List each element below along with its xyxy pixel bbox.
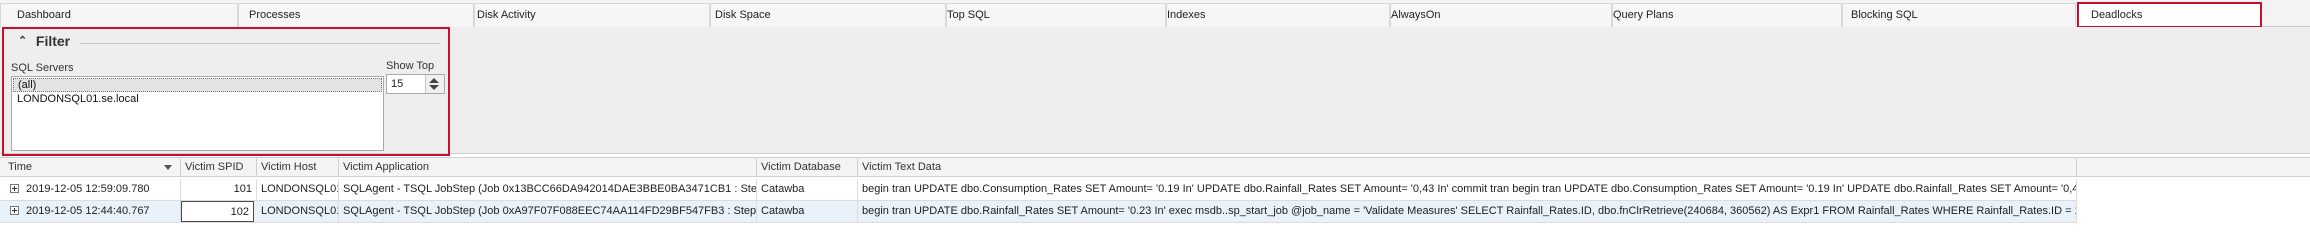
cell-victim-text-data: begin tran UPDATE dbo.Consumption_Rates … — [858, 179, 2077, 200]
column-header-victim-database[interactable]: Victim Database — [757, 158, 858, 176]
cell-victim-host: LONDONSQL01 — [257, 201, 339, 222]
stepper-buttons — [425, 75, 444, 93]
cell-victim-application: SQLAgent - TSQL JobStep (Job 0x13BCC66DA… — [339, 179, 757, 200]
sql-servers-label: SQL Servers — [11, 62, 74, 74]
show-top-label: Show Top — [386, 60, 435, 72]
expand-icon[interactable] — [10, 206, 19, 215]
tab-query-plans[interactable]: Query Plans — [1612, 3, 1842, 27]
cell-victim-application: SQLAgent - TSQL JobStep (Job 0xA97F07F08… — [339, 201, 757, 222]
filter-title: Filter — [35, 33, 71, 49]
filter-header[interactable]: ⌃ Filter — [18, 33, 70, 51]
cell-victim-database: Catawba — [757, 201, 858, 222]
cell-victim-spid-editor[interactable]: 102 — [181, 201, 254, 222]
tab-alwayson[interactable]: AlwaysOn — [1390, 3, 1612, 27]
cell-time: 2019-12-05 12:59:09.780 — [22, 179, 181, 200]
column-header-victim-text-data[interactable]: Victim Text Data — [858, 158, 2077, 176]
expand-icon[interactable] — [10, 184, 19, 193]
show-top-value[interactable]: 15 — [391, 78, 403, 90]
tab-label: Query Plans — [1613, 9, 1674, 21]
stepper-up-icon[interactable] — [429, 78, 439, 83]
deadlocks-grid: Time Victim SPID Victim Host Victim Appl… — [0, 157, 2310, 250]
tab-processes[interactable]: Processes — [238, 3, 474, 27]
column-header-label: Time — [8, 161, 33, 173]
tab-label: Top SQL — [947, 9, 990, 21]
table-row-selected[interactable]: 2019-12-05 12:44:40.767 102 LONDONSQL01 … — [0, 201, 2077, 223]
tab-disk-space[interactable]: Disk Space — [710, 3, 946, 27]
tab-deadlocks[interactable]: Deadlocks — [2077, 2, 2262, 28]
column-header-victim-spid[interactable]: Victim SPID — [181, 158, 257, 176]
cell-victim-host: LONDONSQL01 — [257, 179, 339, 200]
tab-label: Processes — [249, 9, 301, 21]
tab-top-sql[interactable]: Top SQL — [946, 3, 1166, 27]
chevron-up-icon[interactable]: ⌃ — [18, 34, 32, 47]
cell-time: 2019-12-05 12:44:40.767 — [22, 201, 181, 222]
sort-desc-icon — [164, 165, 172, 170]
tab-blocking-sql[interactable]: Blocking SQL — [1842, 3, 2076, 27]
tab-label: Deadlocks — [2091, 9, 2143, 21]
tab-strip: Dashboard Processes Disk Activity Disk S… — [0, 0, 2310, 28]
column-header-victim-host[interactable]: Victim Host — [257, 158, 339, 176]
filter-divider — [80, 43, 440, 44]
tab-label: Disk Space — [715, 9, 771, 21]
list-item-server[interactable]: LONDONSQL01.se.local — [12, 92, 383, 106]
tab-label: Indexes — [1167, 9, 1206, 21]
list-item-all[interactable]: (all) — [13, 78, 382, 92]
tab-label: AlwaysOn — [1391, 9, 1441, 21]
filter-panel: ⌃ Filter SQL Servers Show Top (all) LOND… — [2, 27, 450, 156]
tab-label: Dashboard — [17, 9, 71, 21]
cell-victim-spid: 101 — [181, 179, 257, 200]
filter-area: ⌃ Filter SQL Servers Show Top (all) LOND… — [0, 27, 2310, 156]
tab-disk-activity[interactable]: Disk Activity — [474, 3, 710, 27]
tab-label: Blocking SQL — [1851, 9, 1918, 21]
cell-victim-text-data: begin tran UPDATE dbo.Rainfall_Rates SET… — [858, 201, 2077, 222]
column-header-time[interactable]: Time — [0, 158, 181, 176]
table-row[interactable]: 2019-12-05 12:59:09.780 101 LONDONSQL01 … — [0, 179, 2077, 201]
show-top-stepper[interactable]: 15 — [386, 74, 445, 94]
tab-indexes[interactable]: Indexes — [1166, 3, 1390, 27]
tab-label: Disk Activity — [477, 9, 536, 21]
stepper-down-icon[interactable] — [429, 85, 439, 90]
cell-victim-database: Catawba — [757, 179, 858, 200]
tab-dashboard[interactable]: Dashboard — [0, 3, 238, 27]
grid-header: Time Victim SPID Victim Host Victim Appl… — [0, 157, 2310, 177]
column-header-victim-application[interactable]: Victim Application — [339, 158, 757, 176]
sql-servers-list[interactable]: (all) LONDONSQL01.se.local — [11, 76, 384, 151]
